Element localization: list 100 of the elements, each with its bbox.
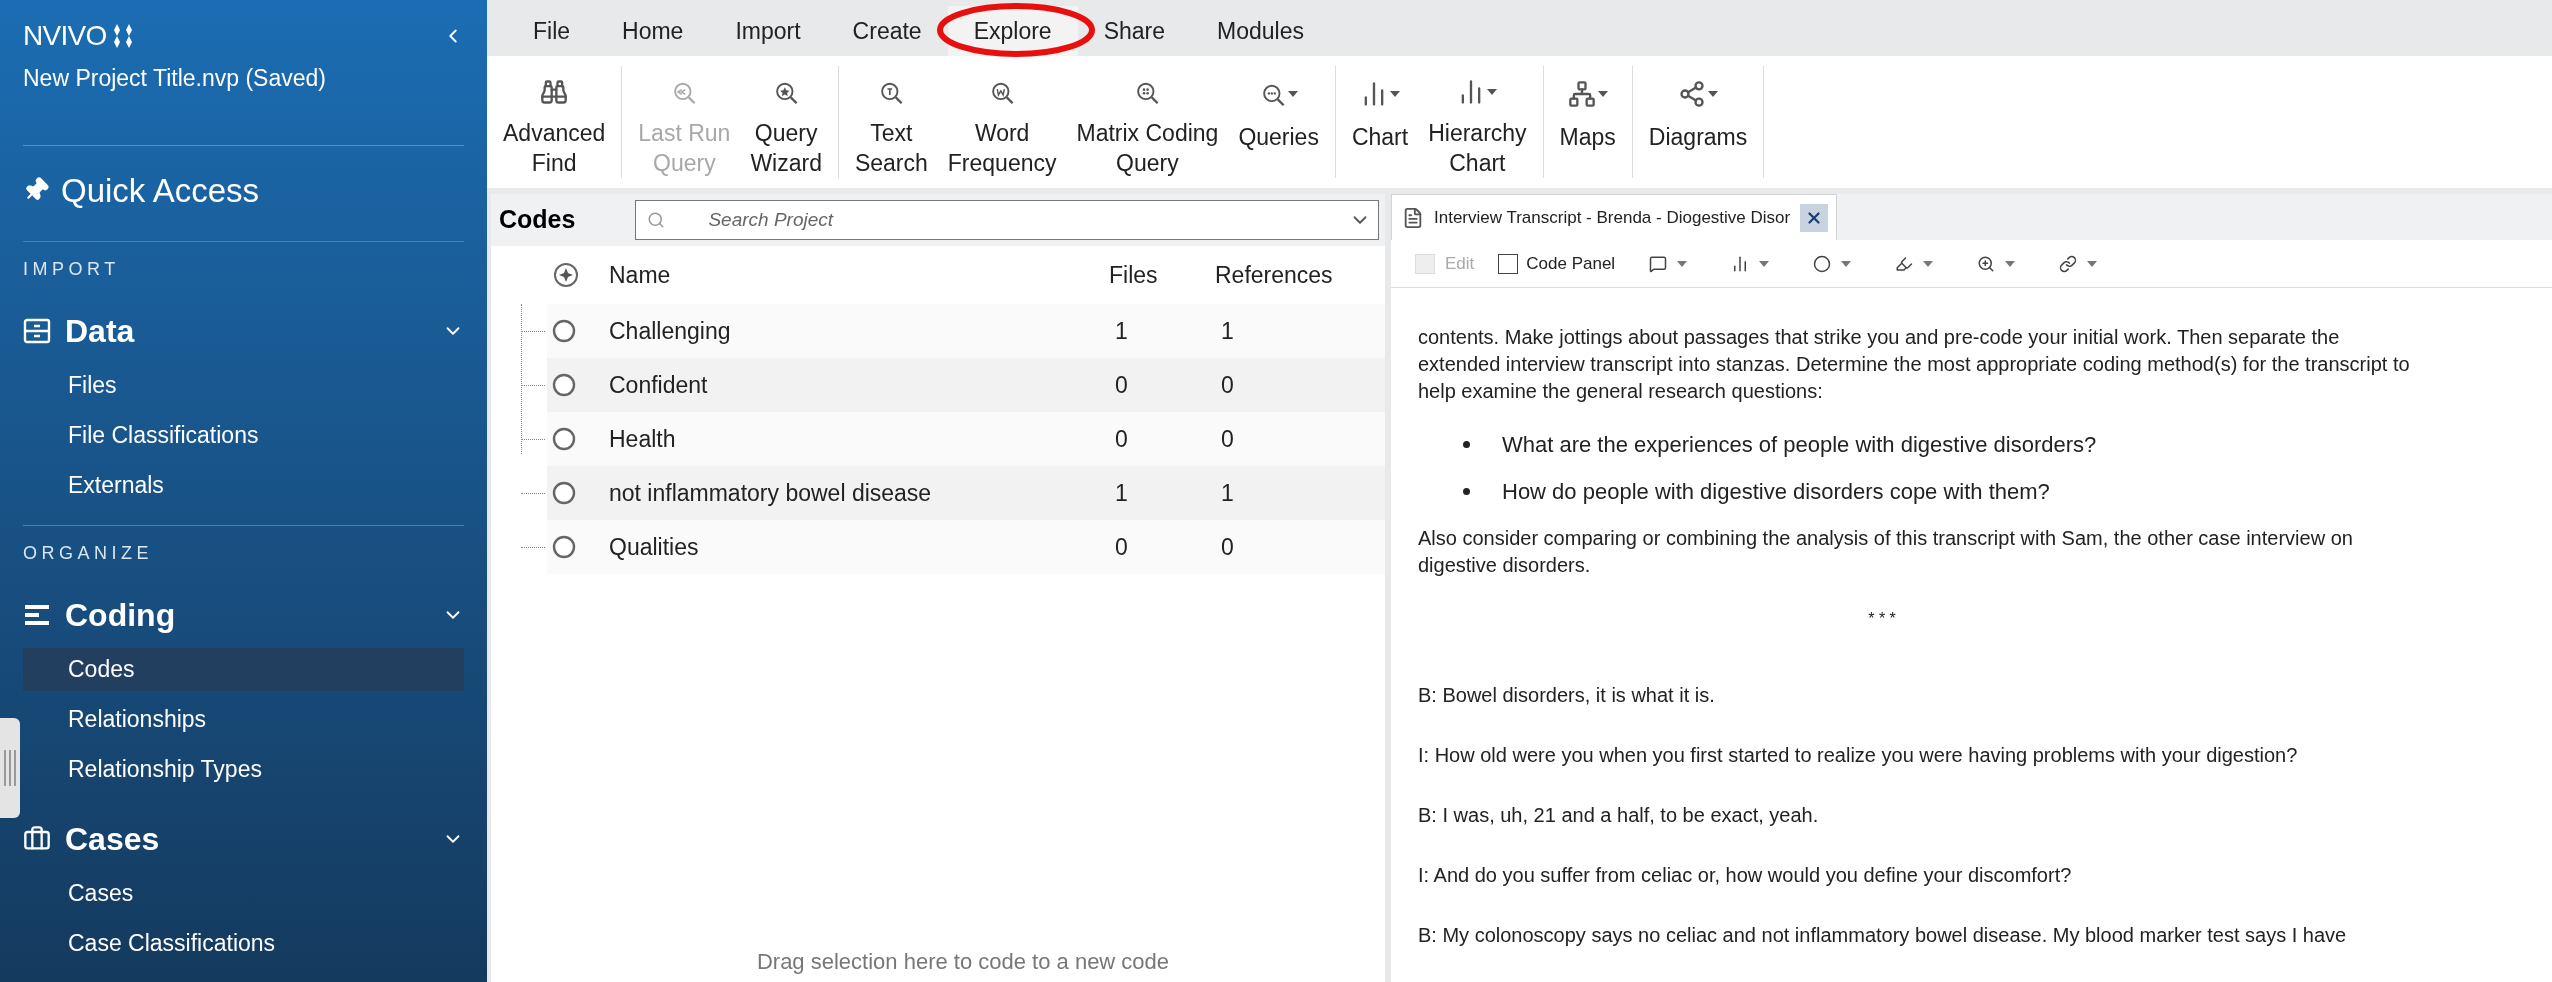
files-count: 1 [1115, 478, 1129, 508]
panel-title: Codes [499, 204, 576, 236]
references-count: 1 [1221, 316, 1234, 346]
zoom-in-icon [1977, 254, 1996, 273]
ribbon-button[interactable]: Queries [1228, 66, 1329, 178]
project-title: New Project Title.nvp (Saved) [23, 64, 327, 93]
sidebar-item[interactable]: Case Classifications [23, 922, 464, 965]
group-header[interactable]: Cases [23, 813, 464, 865]
references-count: 0 [1221, 424, 1234, 454]
ribbon-button[interactable]: Chart [1341, 66, 1419, 178]
bullet-icon [1463, 441, 1470, 448]
ribbon-button[interactable]: Matrix Coding Query [1066, 66, 1229, 178]
document-tab[interactable]: Interview Transcript - Brenda - Diogestive Disor [1391, 194, 1838, 240]
menu-tab[interactable]: Home [596, 6, 710, 56]
column-header[interactable]: Name [609, 257, 1109, 293]
files-count: 1 [1115, 316, 1129, 346]
binoculars-icon [540, 78, 569, 106]
resize-handle[interactable] [0, 718, 20, 818]
column-header[interactable]: Files [1109, 257, 1215, 293]
search-field[interactable]: Search Project [635, 200, 1379, 240]
transcript-line: I: And do you suffer from celiac or, how would you define your discomfort? [1418, 863, 2073, 888]
code-name: Qualities [609, 532, 700, 562]
menu-tab[interactable]: Import [709, 6, 827, 56]
ribbon-button[interactable]: Hierarchy Chart [1418, 66, 1537, 178]
caret-icon [1708, 91, 1719, 97]
sidebar-item[interactable]: Cases [23, 872, 464, 915]
caret-icon [1487, 89, 1498, 95]
sidebar-item[interactable]: Codes [23, 648, 464, 691]
code-name: Confident [609, 370, 709, 400]
code-row[interactable]: not inflammatory bowel disease 1 1 [547, 466, 1385, 520]
column-header[interactable]: References [1215, 257, 1333, 293]
transcript-line: B: Bowel disorders, it is what it is. [1418, 683, 1716, 708]
highlighter-icon [1895, 254, 1914, 273]
code-row[interactable]: Challenging 1 1 [547, 304, 1385, 358]
menu-tab[interactable]: Modules [1191, 6, 1330, 56]
code-panel-checkbox[interactable]: Code Panel [1498, 250, 1616, 277]
cabinet-icon [23, 318, 51, 344]
caret-icon [1287, 91, 1298, 97]
search-icon [647, 211, 666, 229]
sidebar-item[interactable]: File Classifications [23, 414, 464, 457]
menu-tab[interactable]: Create [826, 6, 948, 56]
references-count: 1 [1221, 478, 1234, 508]
files-count: 0 [1115, 370, 1129, 400]
document-icon [1402, 206, 1424, 229]
caret-icon [1597, 91, 1608, 97]
radio-icon [551, 534, 577, 560]
ribbon-button[interactable]: Word Frequency [937, 66, 1067, 178]
files-count: 0 [1115, 532, 1129, 562]
drop-hint: Drag selection here to code to a new code [756, 948, 1170, 976]
radio-icon [551, 318, 577, 344]
group-header[interactable]: Coding [23, 589, 464, 641]
files-count: 0 [1115, 424, 1129, 454]
group-header[interactable]: Data [23, 305, 464, 357]
caret-icon [2087, 260, 2098, 267]
caret-icon [1390, 91, 1401, 97]
briefcase-icon [23, 825, 51, 853]
ribbon-button[interactable]: Text Search [844, 66, 938, 178]
code-name: Health [609, 424, 677, 454]
radio-icon [551, 372, 577, 398]
sidebar-item[interactable]: Relationships [23, 698, 464, 741]
bullet-text: How do people with digestive disorders cope with them? [1502, 478, 2050, 505]
section-heading: ORGANIZE [23, 542, 154, 565]
code-row[interactable]: Qualities 0 0 [547, 520, 1385, 574]
transcript-line: B: My colonoscopy says no celiac and not inflammatory bowel disease. My blood marker test says I have [1418, 923, 2348, 948]
add-code-icon[interactable] [553, 262, 579, 288]
hierarchy-icon [1567, 80, 1596, 108]
network-icon [1678, 80, 1707, 108]
ribbon-button[interactable]: Advanced Find [493, 66, 616, 178]
ribbon-button[interactable]: Maps [1549, 66, 1626, 178]
lines-icon [23, 603, 51, 627]
ribbon-button[interactable]: Diagrams [1638, 66, 1758, 178]
comment-icon [1649, 254, 1668, 273]
code-name: Challenging [609, 316, 732, 346]
transcript-line: I: How old were you when you first started to realize you were having problems with your digestion? [1418, 743, 2299, 768]
circle-icon [1813, 254, 1832, 273]
paragraph: Also consider comparing or combining the analysis of this transcript with Sam, the other case interview on digestive disorders. [1418, 526, 2354, 578]
quick-access-button[interactable]: Quick Access [23, 169, 464, 211]
section-heading: IMPORT [23, 258, 121, 281]
sidebar-item[interactable]: Externals [23, 464, 464, 507]
bullet-icon [1463, 488, 1470, 495]
separator-text: * * * [1867, 609, 1897, 629]
link-icon [2059, 254, 2078, 273]
code-row[interactable]: Confident 0 0 [547, 358, 1385, 412]
menu-tab[interactable]: Share [1077, 6, 1191, 56]
caret-icon [1759, 260, 1770, 267]
bullet-text: What are the experiences of people with digestive disorders? [1502, 431, 2097, 458]
sidebar-item[interactable]: Relationship Types [23, 748, 464, 791]
ribbon-button[interactable]: Query Wizard [740, 66, 832, 178]
transcript-line: B: I was, uh, 21 and a half, to be exact, yeah. [1418, 803, 1820, 828]
menu-tab[interactable]: File [507, 6, 597, 56]
close-button[interactable] [1800, 203, 1829, 232]
logo-text: NVIVO [23, 22, 107, 50]
caret-icon [1923, 260, 1934, 267]
references-count: 0 [1221, 370, 1234, 400]
code-row[interactable]: Health 0 0 [547, 412, 1385, 466]
caret-icon [1841, 260, 1852, 267]
code-name: not inflammatory bowel disease [609, 478, 933, 508]
radio-icon [551, 480, 577, 506]
radio-icon [551, 426, 577, 452]
sidebar-item[interactable]: Files [23, 364, 464, 407]
